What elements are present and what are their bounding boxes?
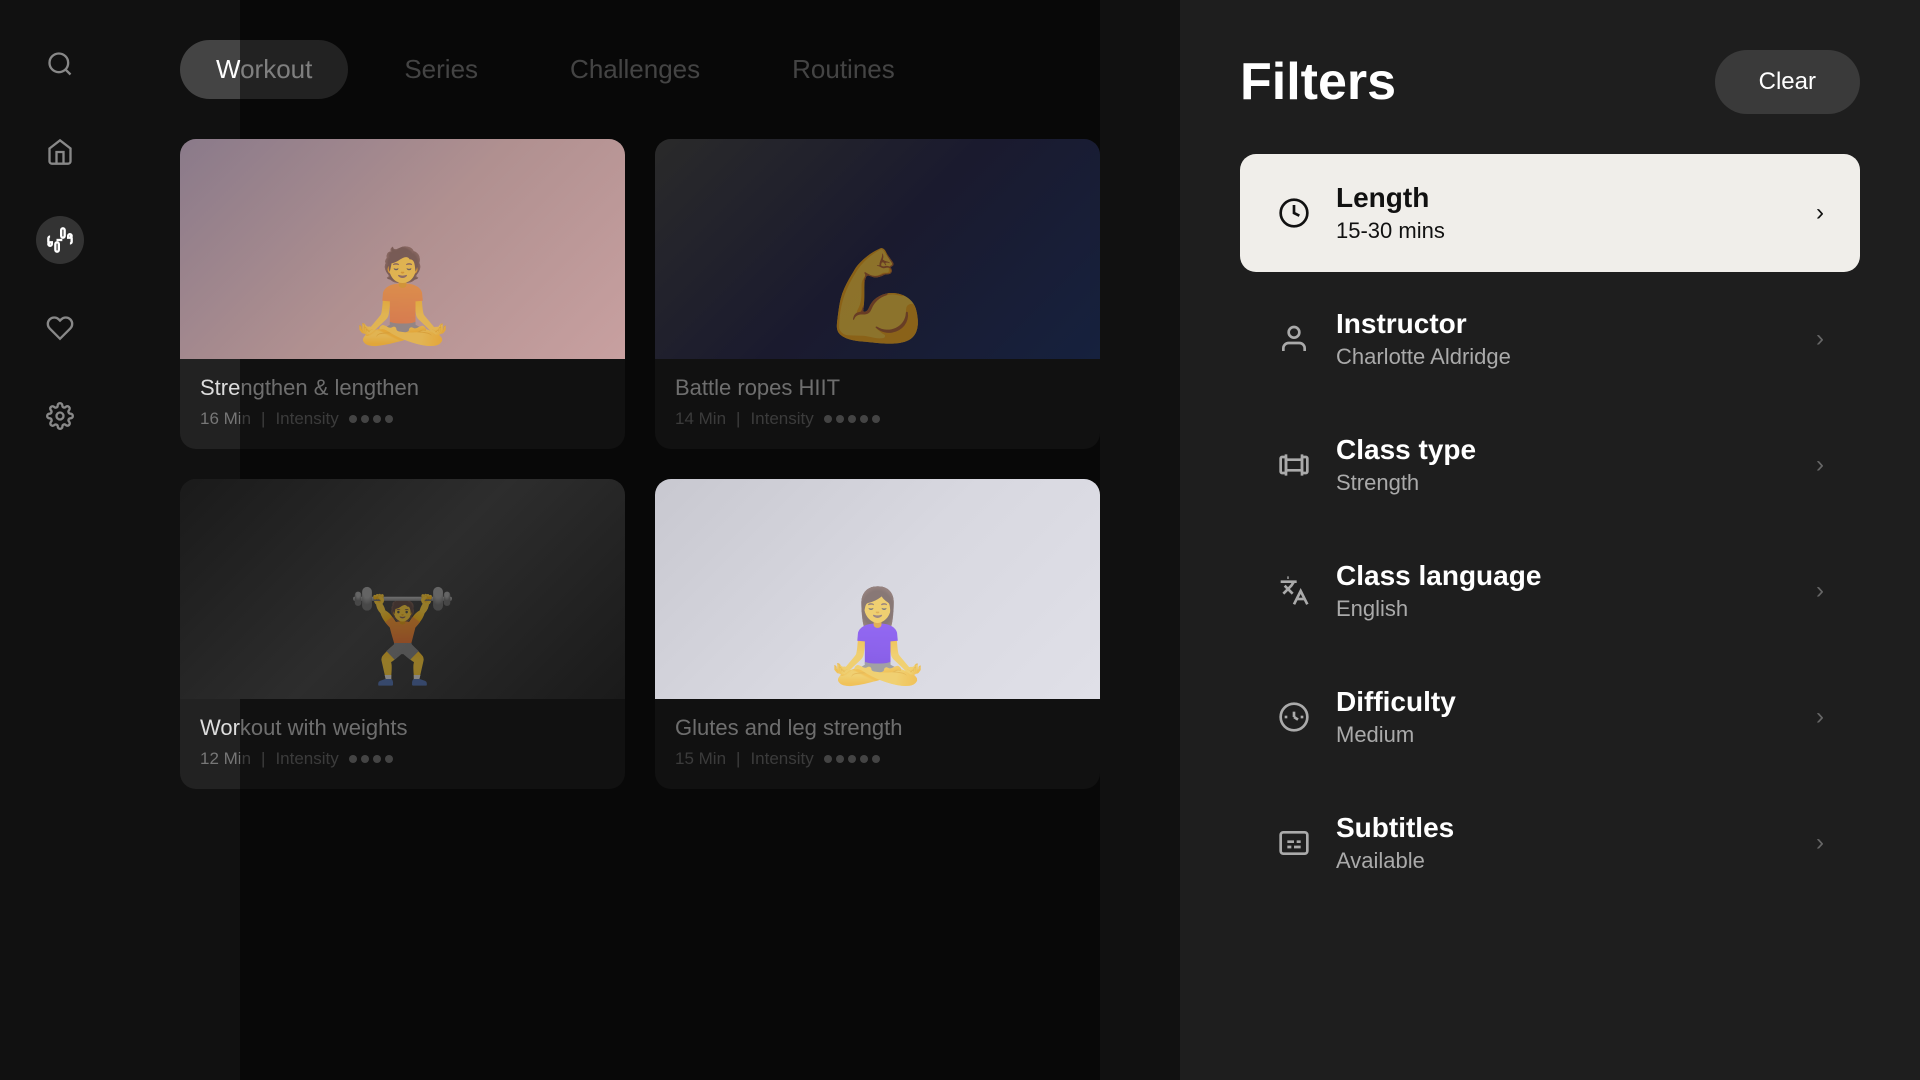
- filter-item-subtitles[interactable]: Subtitles Available ›: [1240, 784, 1860, 902]
- workout-title: Glutes and leg strength: [675, 715, 1080, 741]
- filter-item-instructor[interactable]: Instructor Charlotte Aldridge ›: [1240, 280, 1860, 398]
- home-icon[interactable]: [36, 128, 84, 176]
- tab-series[interactable]: Series: [368, 40, 514, 99]
- filter-language-title: Class language: [1336, 560, 1792, 592]
- chevron-right-icon: ›: [1816, 577, 1824, 605]
- card-image: 🧘‍♀️: [655, 479, 1100, 699]
- workout-title: Battle ropes HIIT: [675, 375, 1080, 401]
- filter-item-language[interactable]: Class language English ›: [1240, 532, 1860, 650]
- chevron-right-icon: ›: [1816, 829, 1824, 857]
- settings-icon[interactable]: [36, 392, 84, 440]
- gauge-icon: [1276, 699, 1312, 735]
- workout-title: Workout with weights: [200, 715, 605, 741]
- workout-card[interactable]: 🧘 Strengthen & lengthen 16 Min | Intensi…: [180, 139, 625, 449]
- filter-difficulty-title: Difficulty: [1336, 686, 1792, 718]
- filter-subtitles-title: Subtitles: [1336, 812, 1792, 844]
- heart-icon[interactable]: [36, 304, 84, 352]
- translate-icon: [1276, 573, 1312, 609]
- workout-intensity-label: Intensity: [750, 749, 813, 769]
- filter-subtitles-value: Available: [1336, 848, 1792, 874]
- tab-challenges[interactable]: Challenges: [534, 40, 736, 99]
- filter-length-title: Length: [1336, 182, 1792, 214]
- filter-title: Filters: [1240, 52, 1396, 112]
- filter-length-value: 15-30 mins: [1336, 218, 1792, 244]
- filter-classtype-value: Strength: [1336, 470, 1792, 496]
- workout-intensity-label: Intensity: [275, 409, 338, 429]
- sidebar: [0, 0, 120, 1080]
- workout-meta: 14 Min | Intensity: [675, 409, 1080, 429]
- fitness-icon[interactable]: [36, 216, 84, 264]
- workout-duration: 14 Min: [675, 409, 726, 429]
- intensity-dots: [824, 755, 880, 763]
- filter-header: Filters Clear: [1240, 50, 1860, 114]
- chevron-right-icon: ›: [1816, 325, 1824, 353]
- workout-meta: 12 Min | Intensity: [200, 749, 605, 769]
- search-icon[interactable]: [36, 40, 84, 88]
- filter-language-value: English: [1336, 596, 1792, 622]
- workout-intensity-label: Intensity: [750, 409, 813, 429]
- tabs-bar: Workout Series Challenges Routines: [180, 40, 1120, 99]
- filter-instructor-value: Charlotte Aldridge: [1336, 344, 1792, 370]
- intensity-dots: [349, 755, 393, 763]
- tab-routines[interactable]: Routines: [756, 40, 931, 99]
- intensity-dots: [349, 415, 393, 423]
- tab-workout[interactable]: Workout: [180, 40, 348, 99]
- workout-card[interactable]: 🏋️ Workout with weights 12 Min | Intensi…: [180, 479, 625, 789]
- card-image: 🏋️: [180, 479, 625, 699]
- filter-difficulty-value: Medium: [1336, 722, 1792, 748]
- workout-duration: 15 Min: [675, 749, 726, 769]
- chevron-right-icon: ›: [1816, 703, 1824, 731]
- main-content: Workout Series Challenges Routines 🧘 Str…: [120, 0, 1180, 1080]
- chevron-right-icon: ›: [1816, 451, 1824, 479]
- filter-item-difficulty[interactable]: Difficulty Medium ›: [1240, 658, 1860, 776]
- workout-meta: 15 Min | Intensity: [675, 749, 1080, 769]
- workout-duration: 12 Min: [200, 749, 251, 769]
- card-image: 💪: [655, 139, 1100, 359]
- intensity-dots: [824, 415, 880, 423]
- filter-classtype-title: Class type: [1336, 434, 1792, 466]
- filter-instructor-title: Instructor: [1336, 308, 1792, 340]
- person-icon: [1276, 321, 1312, 357]
- workout-title: Strengthen & lengthen: [200, 375, 605, 401]
- filter-panel: Filters Clear Length 15-30 mins › Instru…: [1180, 0, 1920, 1080]
- workout-intensity-label: Intensity: [275, 749, 338, 769]
- clock-icon: [1276, 195, 1312, 231]
- subtitles-icon: [1276, 825, 1312, 861]
- chevron-right-icon: ›: [1816, 199, 1824, 227]
- clear-button[interactable]: Clear: [1715, 50, 1860, 114]
- workout-grid: 🧘 Strengthen & lengthen 16 Min | Intensi…: [180, 139, 1120, 789]
- card-image: 🧘: [180, 139, 625, 359]
- dumbbell-icon: [1276, 447, 1312, 483]
- workout-duration: 16 Min: [200, 409, 251, 429]
- workout-card[interactable]: 💪 Battle ropes HIIT 14 Min | Intensity: [655, 139, 1100, 449]
- filter-item-class-type[interactable]: Class type Strength ›: [1240, 406, 1860, 524]
- workout-card[interactable]: 🧘‍♀️ Glutes and leg strength 15 Min | In…: [655, 479, 1100, 789]
- workout-meta: 16 Min | Intensity: [200, 409, 605, 429]
- filter-item-length[interactable]: Length 15-30 mins ›: [1240, 154, 1860, 272]
